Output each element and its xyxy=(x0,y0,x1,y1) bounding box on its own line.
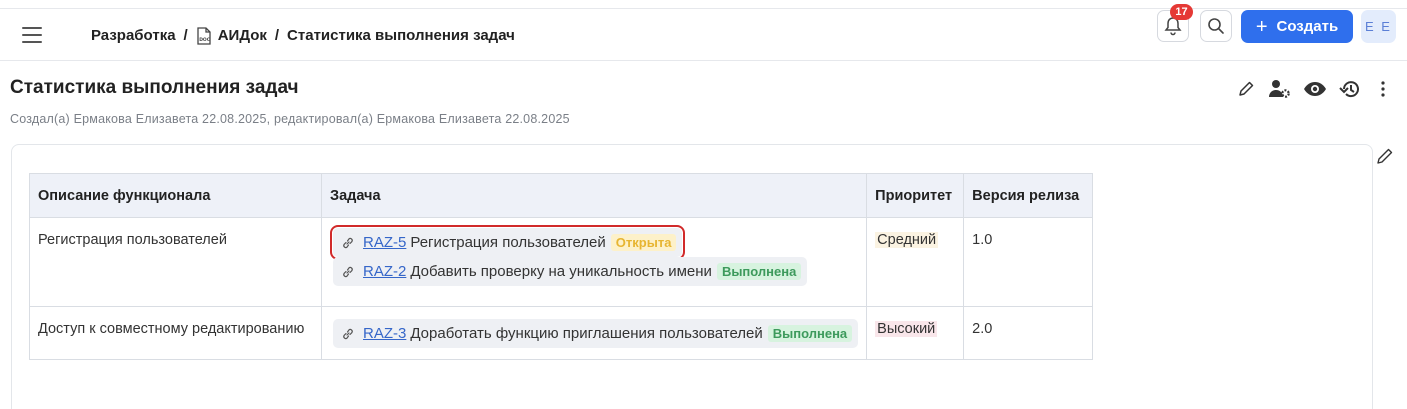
notification-count-badge: 17 xyxy=(1170,4,1193,20)
link-icon xyxy=(343,328,353,339)
view-button[interactable] xyxy=(1303,77,1327,101)
task-cell: RAZ-5 Регистрация пользователей Открыта … xyxy=(320,217,868,307)
history-button[interactable] xyxy=(1338,77,1362,101)
feature-description: Регистрация пользователей xyxy=(29,217,322,307)
breadcrumb-item-aidoc[interactable]: АИДок xyxy=(218,27,267,44)
task-title: Добавить проверку на уникальность имени xyxy=(410,263,712,280)
breadcrumb-item-current: Статистика выполнения задач xyxy=(287,26,515,44)
page-title: Статистика выполнения задач xyxy=(10,77,299,98)
table-row: Доступ к совместному редактированию RAZ-… xyxy=(29,306,1094,360)
release-version: 1.0 xyxy=(963,217,1094,307)
link-icon xyxy=(343,237,353,248)
priority-cell: Средний xyxy=(866,217,965,307)
pencil-icon xyxy=(1239,81,1254,96)
column-header-description: Описание функционала xyxy=(29,173,322,218)
breadcrumb-separator: / xyxy=(274,26,280,44)
column-header-priority: Приоритет xyxy=(866,173,965,218)
create-button[interactable]: + Создать xyxy=(1241,10,1353,43)
access-settings-button[interactable] xyxy=(1268,77,1292,101)
priority-label: Высокий xyxy=(875,321,938,337)
task-key-link[interactable]: RAZ-2 xyxy=(363,263,406,280)
document-icon: DOC xyxy=(197,27,211,45)
feature-description: Доступ к совместному редактированию xyxy=(29,306,322,360)
history-icon xyxy=(1339,81,1359,98)
create-button-label: Создать xyxy=(1276,18,1339,35)
menu-icon[interactable] xyxy=(22,26,42,44)
priority-cell: Высокий xyxy=(866,306,965,360)
more-vertical-icon xyxy=(1381,81,1385,97)
svg-text:DOC: DOC xyxy=(199,37,211,43)
task-cell: RAZ-3 Доработать функцию приглашения пол… xyxy=(320,306,868,360)
task-title: Доработать функцию приглашения пользоват… xyxy=(410,325,763,342)
link-icon xyxy=(343,266,353,277)
table-header-row: Описание функционала Задача Приоритет Ве… xyxy=(29,173,1094,218)
table-row: Регистрация пользователей RAZ-5 Регистра… xyxy=(29,217,1094,307)
task-chip[interactable]: RAZ-2 Добавить проверку на уникальность … xyxy=(333,257,808,286)
user-settings-icon xyxy=(1269,80,1290,98)
status-badge: Открыта xyxy=(610,234,677,251)
user-avatar[interactable]: Е Е xyxy=(1361,10,1396,43)
eye-icon xyxy=(1304,82,1326,96)
task-key-link[interactable]: RAZ-5 xyxy=(363,234,406,251)
search-icon xyxy=(1208,18,1224,34)
breadcrumb-item-development[interactable]: Разработка xyxy=(91,27,176,44)
plus-icon: + xyxy=(1255,15,1268,38)
release-version: 2.0 xyxy=(963,306,1094,360)
task-title: Регистрация пользователей xyxy=(410,234,606,251)
edit-block-button[interactable] xyxy=(1375,146,1397,168)
more-options-button[interactable] xyxy=(1371,77,1395,101)
top-bar: Разработка / DOC АИДок / Статистика выпо… xyxy=(0,8,1407,61)
edit-page-button[interactable] xyxy=(1234,77,1258,101)
search-button[interactable] xyxy=(1200,10,1232,42)
pencil-icon xyxy=(1377,148,1393,164)
task-chip[interactable]: RAZ-5 Регистрация пользователей Открыта xyxy=(329,225,686,260)
priority-label: Средний xyxy=(875,232,939,248)
breadcrumb-separator: / xyxy=(183,26,188,44)
column-header-task: Задача xyxy=(320,173,868,218)
status-badge: Выполнена xyxy=(716,263,802,280)
task-statistics-table: Описание функционала Задача Приоритет Ве… xyxy=(29,173,1094,360)
task-key-link[interactable]: RAZ-3 xyxy=(363,325,406,342)
status-badge: Выполнена xyxy=(767,325,853,342)
breadcrumb: Разработка / DOC АИДок / Статистика выпо… xyxy=(91,26,515,45)
column-header-release-version: Версия релиза xyxy=(963,173,1094,218)
page-meta: Создал(а) Ермакова Елизавета 22.08.2025,… xyxy=(10,112,570,126)
task-chip[interactable]: RAZ-3 Доработать функцию приглашения пол… xyxy=(333,319,859,348)
